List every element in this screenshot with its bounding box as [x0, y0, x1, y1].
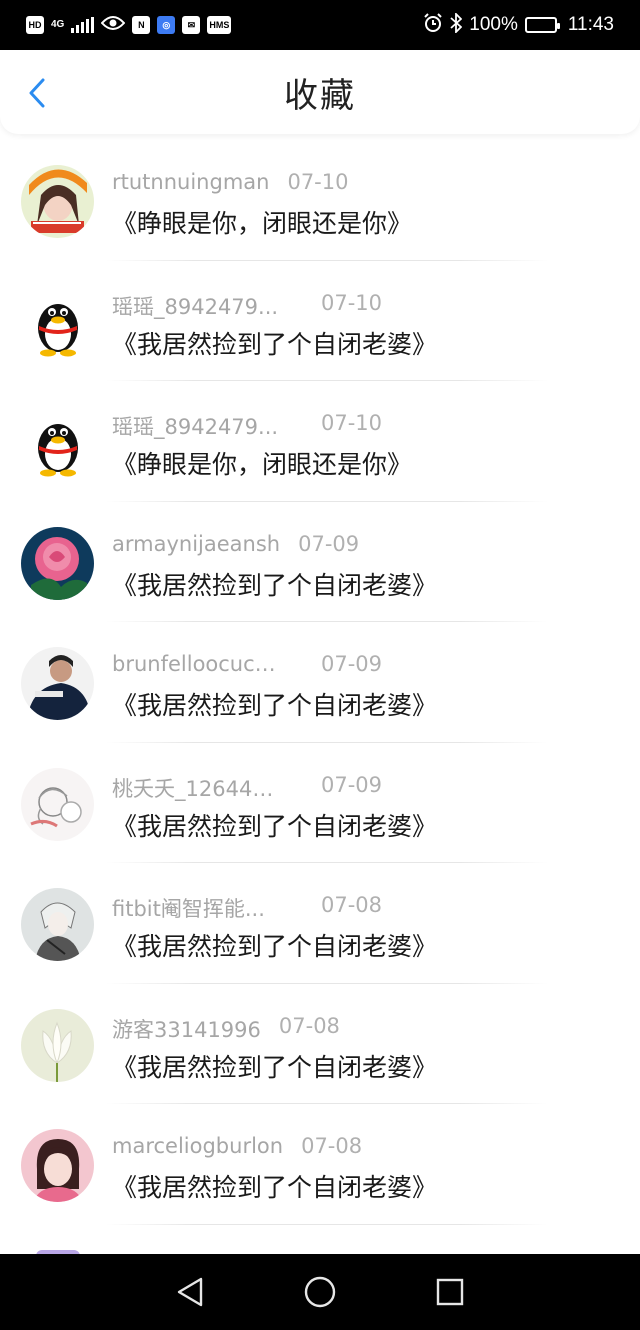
book-title[interactable]: 《睁眼是你，闭眼还是你》 [112, 445, 412, 481]
username: 桃夭夭_126442... [112, 776, 284, 801]
book-title[interactable]: 《我居然捡到了个自闭老婆》 [112, 807, 437, 843]
date: 07-08 [321, 893, 383, 917]
book-title[interactable]: 《我居然捡到了个自闭老婆》 [112, 1048, 437, 1084]
status-left: HD 4G N ◎ ✉ HMS [26, 15, 232, 36]
system-nav-bar [0, 1254, 640, 1330]
page-title: 收藏 [284, 75, 356, 116]
item-meta: brunfelloocucq... 07-09 [112, 652, 382, 676]
bluetooth-icon [450, 11, 463, 38]
avatar-anime-grey[interactable] [21, 888, 94, 961]
hd-badge: HD [26, 16, 44, 34]
username: armaynijaeansh [112, 531, 281, 556]
item-meta: 桃夭夭_126442... 07-09 [112, 773, 382, 803]
nav-back-button[interactable] [170, 1272, 210, 1312]
username: 瑶瑶_8942479... [112, 294, 279, 319]
avatar-lotus[interactable] [21, 1008, 94, 1082]
list-item[interactable]: brunfelloocucq... 07-09 《我居然捡到了个自闭老婆》 [0, 622, 640, 743]
book-title[interactable]: 《我居然捡到了个自闭老婆》 [112, 566, 437, 602]
triangle-back-icon [177, 1277, 203, 1307]
list-item[interactable]: armaynijaeansh 07-09 《我居然捡到了个自闭老婆》 [0, 502, 640, 622]
item-meta: 瑶瑶_8942479... 07-10 [112, 291, 382, 321]
favorites-list: rtutnnuingman 07-10 《睁眼是你，闭眼还是你》 瑶瑶_8942… [0, 140, 640, 1225]
clock: 11:43 [567, 14, 614, 35]
date: 07-09 [298, 531, 360, 556]
network-type: 4G [51, 19, 65, 30]
battery-icon [524, 17, 560, 33]
list-item[interactable]: 瑶瑶_8942479... 07-10 《睁眼是你，闭眼还是你》 [0, 381, 640, 502]
username: marceliogburlon [112, 1134, 284, 1158]
list-item[interactable]: 桃夭夭_126442... 07-09 《我居然捡到了个自闭老婆》 [0, 743, 640, 863]
list-item[interactable]: 游客33141996 07-08 《我居然捡到了个自闭老婆》 [0, 984, 640, 1104]
app-header: 收藏 [0, 50, 640, 134]
square-recents-icon [436, 1278, 464, 1306]
username: 瑶瑶_8942479... [112, 415, 279, 439]
eye-icon [100, 15, 126, 36]
username: brunfelloocucq... [112, 652, 284, 676]
list-item[interactable]: marceliogburlon 07-08 《我居然捡到了个自闭老婆》 [0, 1104, 640, 1225]
avatar-anime-sketch[interactable] [21, 767, 94, 841]
avatar-girl-orange[interactable] [21, 165, 94, 238]
item-meta: 游客33141996 07-08 [112, 1014, 340, 1044]
date: 07-09 [321, 772, 383, 797]
book-title[interactable]: 《我居然捡到了个自闭老婆》 [112, 686, 437, 722]
n-badge: N [132, 16, 151, 34]
list-item[interactable]: rtutnnuingman 07-10 《睁眼是你，闭眼还是你》 [0, 140, 640, 261]
avatar-qq-penguin[interactable] [21, 406, 94, 479]
book-title[interactable]: 《睁眼是你，闭眼还是你》 [112, 204, 412, 240]
avatar-qq-penguin[interactable] [21, 285, 94, 359]
username: rtutnnuingman [112, 170, 270, 194]
nav-recents-button[interactable] [430, 1272, 470, 1312]
status-bar: HD 4G N ◎ ✉ HMS 100% 11:43 [0, 0, 640, 50]
item-meta: marceliogburlon 07-08 [112, 1134, 362, 1158]
item-meta: fitbit阉智挥能... 07-08 [112, 893, 382, 923]
app-icon: ◎ [157, 16, 176, 34]
hms-badge: HMS [207, 16, 232, 34]
username: fitbit阉智挥能... [112, 897, 265, 921]
mail-icon: ✉ [182, 16, 201, 34]
item-meta: 瑶瑶_8942479... 07-10 [112, 411, 382, 441]
username: 游客33141996 [112, 1017, 261, 1042]
nav-home-button[interactable] [300, 1272, 340, 1312]
date: 07-10 [287, 170, 349, 194]
book-title[interactable]: 《我居然捡到了个自闭老婆》 [112, 927, 437, 963]
avatar-man-navy[interactable] [21, 647, 94, 720]
avatar-girl-pink[interactable] [21, 1129, 94, 1202]
date: 07-10 [321, 290, 383, 315]
list-item[interactable]: fitbit阉智挥能... 07-08 《我居然捡到了个自闭老婆》 [0, 863, 640, 984]
list-item[interactable]: 瑶瑶_8942479... 07-10 《我居然捡到了个自闭老婆》 [0, 261, 640, 381]
date: 07-09 [321, 652, 383, 676]
item-meta: rtutnnuingman 07-10 [112, 170, 348, 194]
book-title[interactable]: 《我居然捡到了个自闭老婆》 [112, 1168, 437, 1204]
book-title[interactable]: 《我居然捡到了个自闭老婆》 [112, 325, 437, 361]
item-meta: armaynijaeansh 07-09 [112, 532, 359, 556]
chevron-left-icon [29, 78, 45, 108]
date: 07-10 [321, 411, 383, 435]
status-right: 100% 11:43 [423, 11, 614, 38]
circle-home-icon [304, 1276, 336, 1308]
back-button[interactable] [22, 78, 52, 108]
date: 07-08 [301, 1134, 363, 1158]
signal-icon [71, 17, 95, 33]
divider [106, 1223, 548, 1225]
avatar-pink-rose[interactable] [21, 526, 94, 600]
battery-percent: 100% [469, 14, 518, 35]
alarm-icon [423, 12, 443, 38]
date: 07-08 [278, 1013, 340, 1038]
